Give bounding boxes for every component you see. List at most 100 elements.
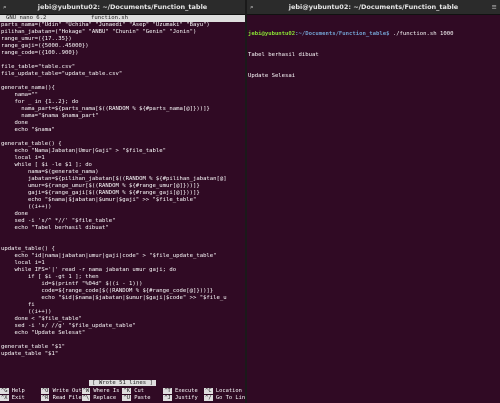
left-titlebar[interactable]: ⌕ jebi@yubuntu02: ~/Documents/Function_t… (0, 0, 245, 15)
shortcut-key: ^C (204, 388, 213, 394)
nano-filename: function.sh (91, 15, 129, 21)
code-line: update_table() { (1, 246, 55, 252)
code-line: echo "Tabel berhasil dibuat" (1, 225, 109, 231)
code-line: echo "$id|$nama|$jabatan|$umur|$gaji|$co… (1, 295, 227, 301)
code-line: nama_part=${parts_nama[$((RANDOM % ${#pa… (1, 106, 210, 112)
code-line: if [ $i -gt 1 ]; then (1, 274, 99, 280)
desktop: ⌕ jebi@yubuntu02: ~/Documents/Function_t… (0, 0, 500, 403)
shortcut-key: ^\ (81, 395, 91, 401)
code-line: echo "$nama|$jabatan|$umur|$gaji" >> "$f… (1, 197, 197, 203)
shortcut-item[interactable]: ^J Justify (163, 395, 204, 402)
shortcut-label: Where Is (90, 388, 120, 394)
code-line: for _ in {1..2}; do (1, 99, 79, 105)
code-line: sed -i 's/ //g' "$file_update_table" (1, 323, 136, 329)
code-line: done < "$file_table" (1, 316, 82, 322)
code-line: echo "id|nama|jabatan|umur|gaji|code" > … (1, 253, 217, 259)
code-line: generate_nama(){ (1, 85, 55, 91)
shortcut-key: ^X (0, 395, 9, 401)
nano-terminal-window[interactable]: ⌕ jebi@yubuntu02: ~/Documents/Function_t… (0, 0, 245, 403)
code-line: nama="$nama $nama_part" (1, 113, 99, 119)
code-line: range_gaji=({5000..45000}) (1, 43, 89, 49)
shortcut-label: Cut (130, 388, 144, 394)
search-icon[interactable]: ⌕ (250, 0, 254, 14)
shortcut-item[interactable]: ^R Read File (40, 395, 82, 402)
shortcut-key: ^T (163, 388, 172, 394)
code-line: local i=1 (1, 260, 45, 266)
nano-header: GNU nano 6.2 function.sh (0, 15, 245, 22)
shortcut-item[interactable]: ^O Write Out (40, 388, 82, 395)
shortcut-label: Read File (49, 395, 82, 401)
shortcut-label: Write Out (49, 388, 82, 394)
shortcut-item[interactable]: ^T Execute (163, 388, 204, 395)
output-line: Tabel berhasil dibuat (248, 52, 319, 58)
code-line: while [ $i -le $1 ]; do (1, 162, 92, 168)
shortcut-label: Replace (90, 395, 117, 401)
code-line: nama=$(generate_nama) (1, 169, 99, 175)
shell-terminal-window[interactable]: ⌕ jebi@yubuntu02: ~/Documents/Function_t… (247, 0, 500, 403)
code-line: fi (1, 302, 35, 308)
shortcut-key: ^J (163, 395, 172, 401)
shortcut-item[interactable]: ^C Location (204, 388, 245, 395)
code-line: done (1, 120, 28, 126)
code-line: id=$(printf "%04d" $((i - 1))) (1, 281, 143, 287)
code-line: echo "$nama" (1, 127, 55, 133)
menu-icon[interactable]: ≡ (492, 0, 497, 14)
shortcut-label: Justify (171, 395, 198, 401)
code-line: gaji=${range_gaji[$((RANDOM % ${#range_g… (1, 190, 200, 196)
code-line: code=${range_code[$((RANDOM % ${#range_c… (1, 288, 214, 294)
shortcut-key: ^W (81, 388, 91, 394)
shortcut-label: Location (212, 388, 242, 394)
right-window-title: jebi@yubuntu02: ~/Documents/Function_tab… (288, 3, 459, 11)
shortcut-row-2: ^X Exit ^R Read File ^\ Replace ^U Paste ^J … (0, 395, 245, 402)
prompt-path: :~/Documents/Function_table$ (295, 31, 390, 37)
code-line: ((i++)) (1, 204, 52, 210)
code-line: range_code=({100..900}) (1, 50, 79, 56)
shortcut-item[interactable]: ^U Paste (122, 395, 163, 402)
code-line: file_table="table.csv" (1, 64, 76, 70)
nano-status-bar: [ Wrote 51 lines ] (0, 380, 245, 387)
search-icon[interactable]: ⌕ (3, 0, 7, 14)
shortcut-key: ^G (0, 388, 9, 394)
shortcut-item[interactable]: ^\ Replace (81, 395, 123, 402)
right-titlebar[interactable]: ⌕ jebi@yubuntu02: ~/Documents/Function_t… (247, 0, 500, 15)
command-text: ./function.sh 1000 (389, 31, 454, 37)
terminal-output[interactable]: jebi@yubuntu02:~/Documents/Function_tabl… (247, 15, 500, 96)
shortcut-label: Execute (171, 388, 198, 394)
shortcut-key: ^U (122, 395, 131, 401)
left-window-title: jebi@yubuntu02: ~/Documents/Function_tab… (37, 3, 208, 11)
shortcut-label: Paste (130, 395, 151, 401)
code-line: done (1, 211, 28, 217)
shortcut-label: Help (8, 388, 25, 394)
code-line: generate_table "$1" (1, 344, 65, 350)
code-line: echo "Update Selesat" (1, 330, 86, 336)
code-line: generate_table() { (1, 141, 62, 147)
shortcut-item[interactable]: ^X Exit (0, 395, 41, 402)
nano-version: GNU nano 6.2 (6, 15, 47, 21)
shortcut-key: ^K (122, 388, 131, 394)
nano-shortcut-bar: ^G Help ^O Write Out ^W Where Is ^K Cut ^T E… (0, 388, 245, 402)
shortcut-item[interactable]: ^K Cut (122, 388, 163, 395)
shortcut-label: Exit (8, 395, 25, 401)
shortcut-label: Go To Line (212, 395, 245, 401)
code-editor[interactable]: parts_nama=("Udin" "Uchiha" "Junaedi" "A… (0, 22, 245, 358)
code-line: ((i++)) (1, 309, 52, 315)
code-line: file_update_table="update_table.csv" (1, 71, 123, 77)
code-line: nama="" (1, 92, 39, 98)
shortcut-item[interactable]: ^G Help (0, 388, 41, 395)
code-line: jabatan=${pilihan_jabatan[$((RANDOM % ${… (1, 176, 227, 182)
shortcut-item[interactable]: ^/ Go To Line (204, 395, 245, 402)
code-line: while IFS='|' read -r nama jabatan umur … (1, 267, 177, 273)
shortcut-item[interactable]: ^W Where Is (81, 388, 123, 395)
prompt-user: jebi@yubuntu02 (248, 31, 296, 37)
status-message: [ Wrote 51 lines ] (89, 380, 156, 386)
code-line: umur=${range_umur[$((RANDOM % ${#range_u… (1, 183, 200, 189)
code-line: parts_nama=("Udin" "Uchiha" "Junaedi" "A… (1, 22, 210, 28)
shortcut-row-1: ^G Help ^O Write Out ^W Where Is ^K Cut ^T E… (0, 388, 245, 395)
code-line: local i=1 (1, 155, 45, 161)
